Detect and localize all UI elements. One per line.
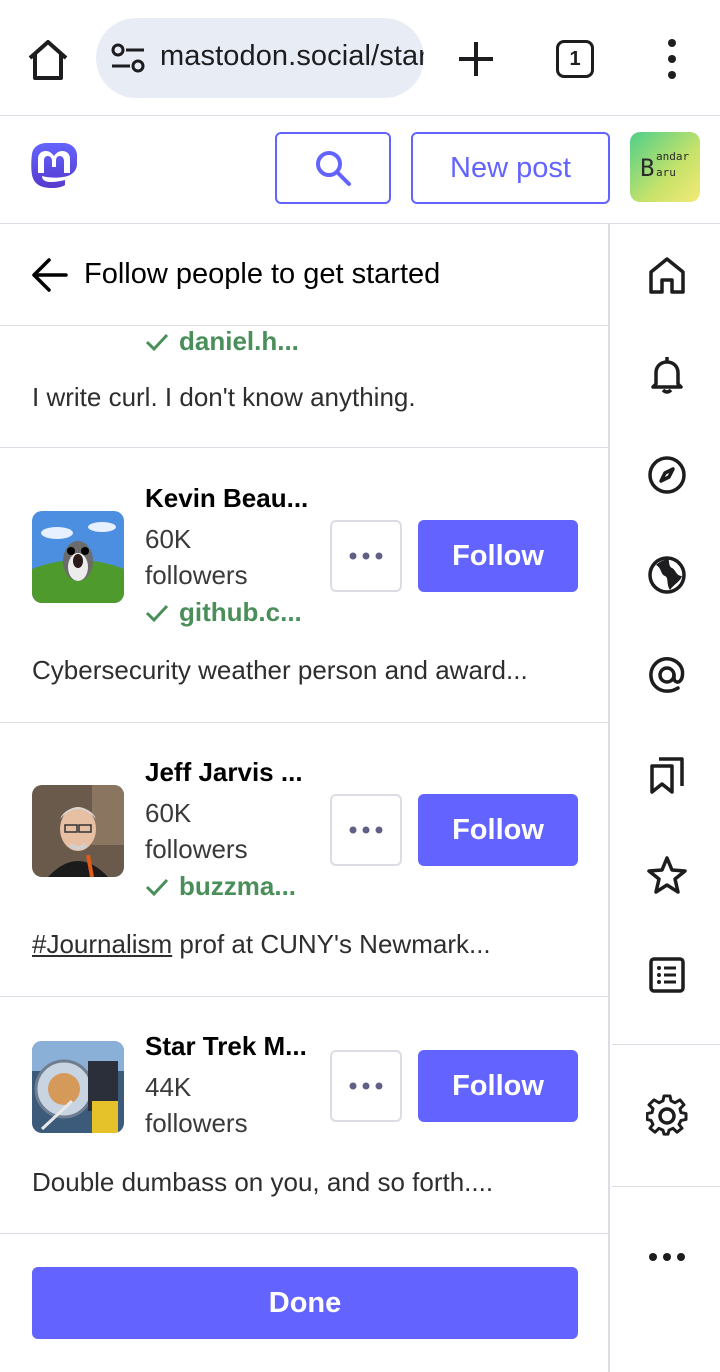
star-icon[interactable] xyxy=(646,854,688,896)
account-bio-text: prof at CUNY's Newmark... xyxy=(172,929,491,959)
verified-domain: daniel.h... xyxy=(179,326,299,356)
account-display-name[interactable]: Jeff Jarvis ... xyxy=(145,757,303,788)
list-icon[interactable] xyxy=(646,954,688,996)
rail-divider xyxy=(612,1186,720,1187)
account-card: Jeff Jarvis ... 60K followers buzzma... … xyxy=(0,723,608,997)
tab-count: 1 xyxy=(569,47,581,70)
kebab-menu-icon[interactable] xyxy=(662,38,682,80)
url-text: mastodon.social/start/follows xyxy=(160,40,424,72)
verified-domain: buzzma... xyxy=(179,871,297,901)
more-options-button[interactable] xyxy=(330,1050,402,1122)
account-card: Kevin Beau... 60K followers github.c... … xyxy=(0,449,608,723)
browser-toolbar: mastodon.social/start/follows 1 xyxy=(0,0,720,116)
verified-domain: github.c... xyxy=(179,597,302,627)
follow-button[interactable]: Follow xyxy=(418,1050,578,1122)
follower-count-label: followers xyxy=(145,560,248,590)
account-bio: Cybersecurity weather person and award..… xyxy=(32,655,528,685)
search-button[interactable] xyxy=(275,132,391,204)
avatar-letter: B xyxy=(640,154,655,182)
search-icon xyxy=(316,151,351,186)
at-icon[interactable] xyxy=(646,654,688,696)
follower-count-value: 60K xyxy=(145,798,192,828)
account-avatar-image[interactable] xyxy=(32,785,124,877)
account-avatar[interactable]: B andar aru xyxy=(630,132,700,202)
address-bar[interactable]: mastodon.social/start/follows xyxy=(96,18,424,98)
new-tab-icon[interactable] xyxy=(454,36,498,82)
hashtag-link[interactable]: #Journalism xyxy=(32,929,172,959)
account-bio: Double dumbass on you, and so forth.... xyxy=(32,1167,494,1197)
verified-link[interactable]: daniel.h... xyxy=(145,326,299,357)
check-icon xyxy=(145,878,169,896)
follower-count-value: 60K xyxy=(145,524,192,554)
account-display-name[interactable]: Star Trek M... xyxy=(145,1031,307,1062)
verified-link[interactable]: buzzma... xyxy=(145,871,296,902)
navigation-rail xyxy=(612,224,720,1372)
account-card: Star Trek M... 44K followers Follow Doub… xyxy=(0,997,608,1234)
account-avatar-image[interactable] xyxy=(32,1041,124,1133)
page-title: Follow people to get started xyxy=(84,258,441,290)
column-footer: Done xyxy=(0,1234,608,1372)
check-icon xyxy=(145,333,169,351)
ellipsis-icon xyxy=(349,1082,383,1090)
more-options-button[interactable] xyxy=(330,794,402,866)
account-display-name[interactable]: Kevin Beau... xyxy=(145,483,308,514)
column-header: Follow people to get started xyxy=(0,224,608,326)
bell-icon[interactable] xyxy=(646,354,688,396)
home-icon[interactable] xyxy=(22,36,74,84)
app-header: New post B andar aru xyxy=(0,116,720,224)
bookmarks-icon[interactable] xyxy=(646,754,688,796)
avatar-text-line1: andar xyxy=(656,150,690,163)
ellipsis-icon[interactable] xyxy=(646,1236,688,1278)
ellipsis-icon xyxy=(349,552,383,560)
globe-icon[interactable] xyxy=(646,554,688,596)
home-icon[interactable] xyxy=(646,254,688,296)
mastodon-logo-icon[interactable] xyxy=(30,142,80,196)
avatar-text-line2: aru xyxy=(656,166,676,179)
main-column: daniel.h... I write curl. I don't know a… xyxy=(0,224,610,1372)
follow-button[interactable]: Follow xyxy=(418,794,578,866)
follower-count-label: followers xyxy=(145,834,248,864)
gear-icon[interactable] xyxy=(646,1094,688,1136)
rail-divider xyxy=(612,1044,720,1045)
check-icon xyxy=(145,604,169,622)
site-settings-icon[interactable] xyxy=(110,42,146,74)
follower-count-label: followers xyxy=(145,1108,248,1138)
tab-switcher-button[interactable]: 1 xyxy=(556,40,594,78)
back-arrow-icon[interactable] xyxy=(30,256,68,294)
account-bio: #Journalism prof at CUNY's Newmark... xyxy=(32,929,491,960)
follower-count-value: 44K xyxy=(145,1072,192,1102)
done-button[interactable]: Done xyxy=(32,1267,578,1339)
account-avatar-image[interactable] xyxy=(32,511,124,603)
compass-icon[interactable] xyxy=(646,454,688,496)
new-post-button[interactable]: New post xyxy=(411,132,610,204)
ellipsis-icon xyxy=(349,826,383,834)
more-options-button[interactable] xyxy=(330,520,402,592)
follow-button[interactable]: Follow xyxy=(418,520,578,592)
account-bio: I write curl. I don't know anything. xyxy=(32,382,416,412)
verified-link[interactable]: github.c... xyxy=(145,597,302,628)
